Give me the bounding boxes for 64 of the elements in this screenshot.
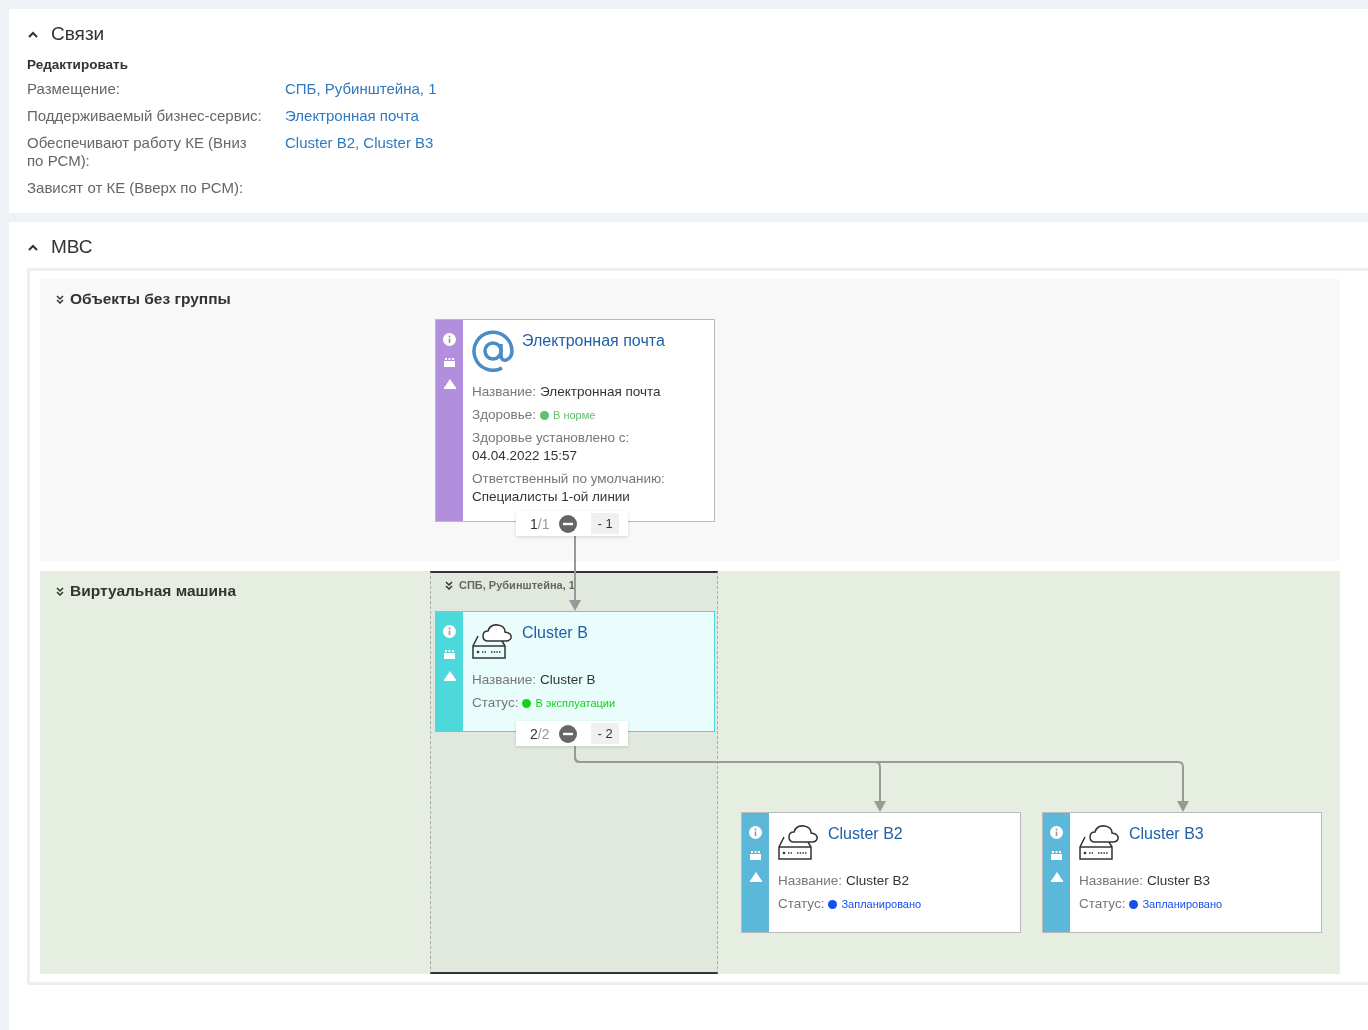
field-label: Название:	[472, 671, 537, 689]
field-label: Статус:	[778, 895, 825, 913]
lane-title: Объекты без группы	[70, 290, 231, 308]
double-chevron-icon[interactable]	[56, 586, 64, 596]
field-label: Обеспечивают работу КЕ (Вниз по РСМ):	[27, 134, 248, 170]
status-text: Запланировано	[1142, 898, 1223, 910]
node-title-link[interactable]: Cluster B3	[1129, 825, 1204, 843]
collapse-icon[interactable]	[559, 724, 578, 743]
field-label: Название:	[472, 383, 537, 401]
status-text: Запланировано	[841, 898, 922, 910]
field-value-link[interactable]: Электронная почта	[285, 107, 585, 125]
table-icon[interactable]	[444, 358, 455, 367]
info-icon[interactable]	[749, 826, 762, 839]
double-chevron-icon[interactable]	[56, 294, 64, 304]
counter-delta[interactable]: - 1	[591, 513, 619, 534]
field-label: Здоровье установлено с:	[472, 429, 631, 447]
info-icon[interactable]	[443, 333, 456, 346]
field-value: Специалисты 1-ой линии	[472, 488, 631, 506]
node-card[interactable]: Cluster B3 Название: Cluster B3 Статус: Запланировано	[1042, 812, 1322, 933]
field-value: Cluster B2	[846, 872, 910, 890]
node-title-link[interactable]: Cluster B2	[828, 825, 903, 843]
lane-title: Виртуальная машина	[70, 582, 237, 600]
server-cloud-icon	[778, 823, 820, 861]
triangle-icon[interactable]	[1050, 872, 1063, 882]
counter-delta[interactable]: - 2	[591, 723, 619, 744]
double-chevron-icon[interactable]	[445, 580, 453, 590]
node-card[interactable]: Cluster B2 Название: Cluster B2 Статус: Запланировано	[741, 812, 1021, 933]
field-label: Название:	[778, 872, 843, 890]
node-title-link[interactable]: Cluster B	[522, 624, 588, 642]
triangle-icon[interactable]	[443, 379, 456, 389]
info-icon[interactable]	[443, 625, 456, 638]
server-cloud-icon	[472, 622, 514, 660]
info-icon[interactable]	[1050, 826, 1063, 839]
chevron-up-icon[interactable]	[27, 30, 39, 38]
chevron-up-icon[interactable]	[27, 243, 39, 251]
field-label: Ответственный по умолчанию:	[472, 470, 666, 488]
field-label: Здоровье:	[472, 406, 537, 424]
status-text: В норме	[553, 409, 596, 421]
node-title-link[interactable]: Электронная почта	[522, 332, 665, 350]
at-sign-icon	[472, 330, 514, 372]
field-label: Зависят от КЕ (Вверх по РСМ):	[27, 179, 245, 197]
field-value-link[interactable]: Cluster B2, Cluster B3	[285, 134, 585, 170]
field-label: Размещение:	[27, 80, 121, 98]
field-label: Статус:	[1079, 895, 1126, 913]
status-text: В эксплуатации	[535, 697, 616, 709]
field-value: Cluster B	[540, 671, 596, 689]
section-title: Связи	[51, 23, 105, 45]
group-title: СПБ, Рубинштейна, 1	[459, 579, 575, 591]
field-label: Статус:	[472, 694, 519, 712]
section-title: МВС	[51, 236, 93, 258]
field-value: Cluster B3	[1147, 872, 1211, 890]
server-cloud-icon	[1079, 823, 1121, 861]
table-icon[interactable]	[444, 650, 455, 659]
field-value: 04.04.2022 15:57	[472, 447, 579, 465]
field-value-link[interactable]: СПБ, Рубинштейна, 1	[285, 80, 585, 98]
triangle-icon[interactable]	[749, 872, 762, 882]
table-icon[interactable]	[1051, 851, 1062, 860]
table-icon[interactable]	[750, 851, 761, 860]
field-value: Электронная почта	[540, 383, 661, 401]
edit-link[interactable]: Редактировать	[27, 57, 128, 72]
triangle-icon[interactable]	[443, 671, 456, 681]
collapse-icon[interactable]	[559, 514, 578, 533]
field-label: Поддерживаемый бизнес-сервис:	[27, 107, 263, 125]
field-label: Название:	[1079, 872, 1144, 890]
